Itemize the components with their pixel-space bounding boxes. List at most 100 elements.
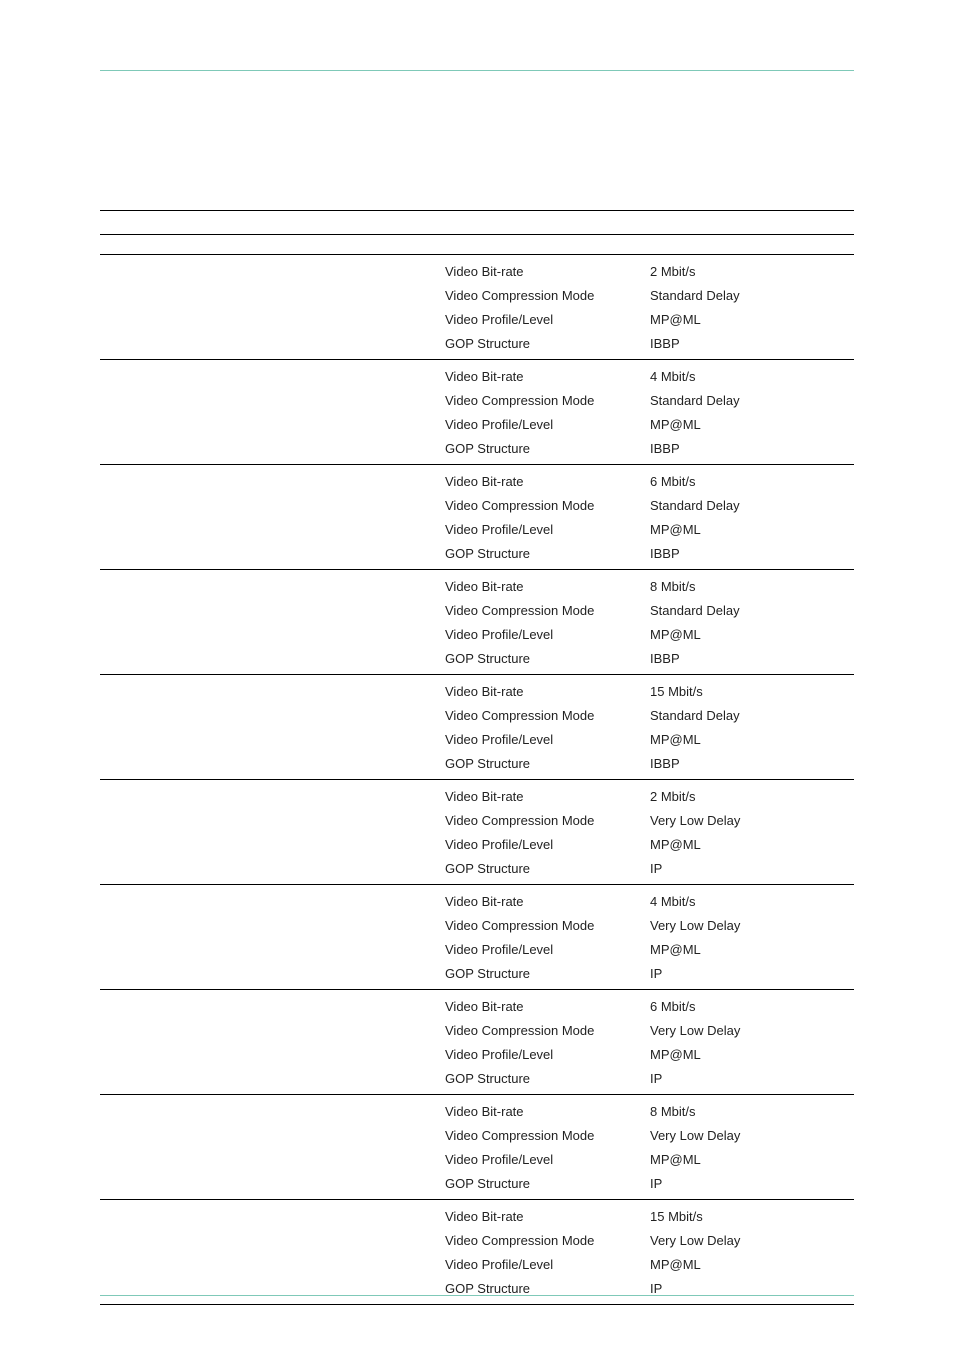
col-empty <box>100 1128 445 1143</box>
col-empty <box>100 861 445 876</box>
param-value: Standard Delay <box>650 393 854 408</box>
param-value: 15 Mbit/s <box>650 684 854 699</box>
param-value: IP <box>650 1071 854 1086</box>
param-value: 4 Mbit/s <box>650 894 854 909</box>
param-label: Video Bit-rate <box>445 894 650 909</box>
param-value: 8 Mbit/s <box>650 579 854 594</box>
param-label: GOP Structure <box>445 966 650 981</box>
table-group: Video Bit-rate8 Mbit/sVideo Compression … <box>100 570 854 675</box>
table-row: Video Profile/LevelMP@ML <box>100 517 854 541</box>
param-label: Video Profile/Level <box>445 417 650 432</box>
col-empty <box>100 522 445 537</box>
table-row: Video Bit-rate6 Mbit/s <box>100 994 854 1018</box>
param-value: MP@ML <box>650 1047 854 1062</box>
param-label: GOP Structure <box>445 1281 650 1296</box>
param-label: Video Profile/Level <box>445 1152 650 1167</box>
table-row: Video Bit-rate4 Mbit/s <box>100 889 854 913</box>
table-group: Video Bit-rate4 Mbit/sVideo Compression … <box>100 360 854 465</box>
param-value: IBBP <box>650 336 854 351</box>
table-row: Video Profile/LevelMP@ML <box>100 1042 854 1066</box>
col-empty <box>100 1071 445 1086</box>
col-empty <box>100 918 445 933</box>
table-row: Video Bit-rate8 Mbit/s <box>100 574 854 598</box>
col-empty <box>100 813 445 828</box>
param-value: MP@ML <box>650 1152 854 1167</box>
param-label: Video Compression Mode <box>445 288 650 303</box>
param-value: IP <box>650 861 854 876</box>
table-group: Video Bit-rate8 Mbit/sVideo Compression … <box>100 1095 854 1200</box>
table-group: Video Bit-rate2 Mbit/sVideo Compression … <box>100 780 854 885</box>
table-row: Video Compression ModeVery Low Delay <box>100 1228 854 1252</box>
col-empty <box>100 1257 445 1272</box>
col-empty <box>100 789 445 804</box>
table-body: Video Bit-rate2 Mbit/sVideo Compression … <box>100 255 854 1305</box>
table-row: Video Profile/LevelMP@ML <box>100 832 854 856</box>
table-group: Video Bit-rate6 Mbit/sVideo Compression … <box>100 990 854 1095</box>
col-empty <box>100 1176 445 1191</box>
table-row: Video Bit-rate15 Mbit/s <box>100 679 854 703</box>
param-value: 4 Mbit/s <box>650 369 854 384</box>
param-value: IBBP <box>650 546 854 561</box>
param-label: Video Compression Mode <box>445 1023 650 1038</box>
param-value: Standard Delay <box>650 498 854 513</box>
table-row: Video Profile/LevelMP@ML <box>100 1147 854 1171</box>
col-empty <box>100 894 445 909</box>
param-value: Standard Delay <box>650 708 854 723</box>
table-row: Video Compression ModeVery Low Delay <box>100 1018 854 1042</box>
col-empty <box>100 393 445 408</box>
table-row: GOP StructureIP <box>100 961 854 985</box>
table-row: Video Bit-rate6 Mbit/s <box>100 469 854 493</box>
col-empty <box>100 732 445 747</box>
param-value: MP@ML <box>650 522 854 537</box>
col-empty <box>100 837 445 852</box>
col-empty <box>100 999 445 1014</box>
table-group: Video Bit-rate6 Mbit/sVideo Compression … <box>100 465 854 570</box>
table-row: Video Compression ModeStandard Delay <box>100 598 854 622</box>
param-label: Video Compression Mode <box>445 603 650 618</box>
col-empty <box>100 966 445 981</box>
param-value: IP <box>650 966 854 981</box>
param-label: GOP Structure <box>445 1176 650 1191</box>
param-value: IBBP <box>650 756 854 771</box>
param-value: MP@ML <box>650 1257 854 1272</box>
table-row: Video Compression ModeVery Low Delay <box>100 1123 854 1147</box>
col-empty <box>100 627 445 642</box>
param-label: GOP Structure <box>445 336 650 351</box>
param-value: Very Low Delay <box>650 918 854 933</box>
param-label: GOP Structure <box>445 1071 650 1086</box>
table-group: Video Bit-rate2 Mbit/sVideo Compression … <box>100 255 854 360</box>
param-label: Video Compression Mode <box>445 918 650 933</box>
table-row: Video Compression ModeStandard Delay <box>100 283 854 307</box>
param-label: Video Bit-rate <box>445 1104 650 1119</box>
param-value: MP@ML <box>650 627 854 642</box>
param-label: Video Bit-rate <box>445 264 650 279</box>
table-subheader-bar <box>100 235 854 255</box>
param-label: Video Bit-rate <box>445 1209 650 1224</box>
table-row: Video Bit-rate15 Mbit/s <box>100 1204 854 1228</box>
param-label: Video Profile/Level <box>445 522 650 537</box>
param-value: 2 Mbit/s <box>650 789 854 804</box>
param-label: Video Profile/Level <box>445 942 650 957</box>
param-label: Video Compression Mode <box>445 1233 650 1248</box>
param-value: MP@ML <box>650 942 854 957</box>
param-value: MP@ML <box>650 417 854 432</box>
table-row: Video Bit-rate2 Mbit/s <box>100 259 854 283</box>
table-row: GOP StructureIP <box>100 1171 854 1195</box>
param-label: Video Bit-rate <box>445 999 650 1014</box>
param-label: Video Compression Mode <box>445 813 650 828</box>
table-group: Video Bit-rate4 Mbit/sVideo Compression … <box>100 885 854 990</box>
table-row: GOP StructureIBBP <box>100 331 854 355</box>
col-empty <box>100 441 445 456</box>
table-row: Video Bit-rate8 Mbit/s <box>100 1099 854 1123</box>
col-empty <box>100 369 445 384</box>
param-value: MP@ML <box>650 837 854 852</box>
param-value: Very Low Delay <box>650 1128 854 1143</box>
col-empty <box>100 1152 445 1167</box>
param-value: Very Low Delay <box>650 813 854 828</box>
col-empty <box>100 708 445 723</box>
table-row: Video Compression ModeVery Low Delay <box>100 913 854 937</box>
col-empty <box>100 288 445 303</box>
col-empty <box>100 603 445 618</box>
table-row: Video Profile/LevelMP@ML <box>100 412 854 436</box>
col-empty <box>100 1281 445 1296</box>
